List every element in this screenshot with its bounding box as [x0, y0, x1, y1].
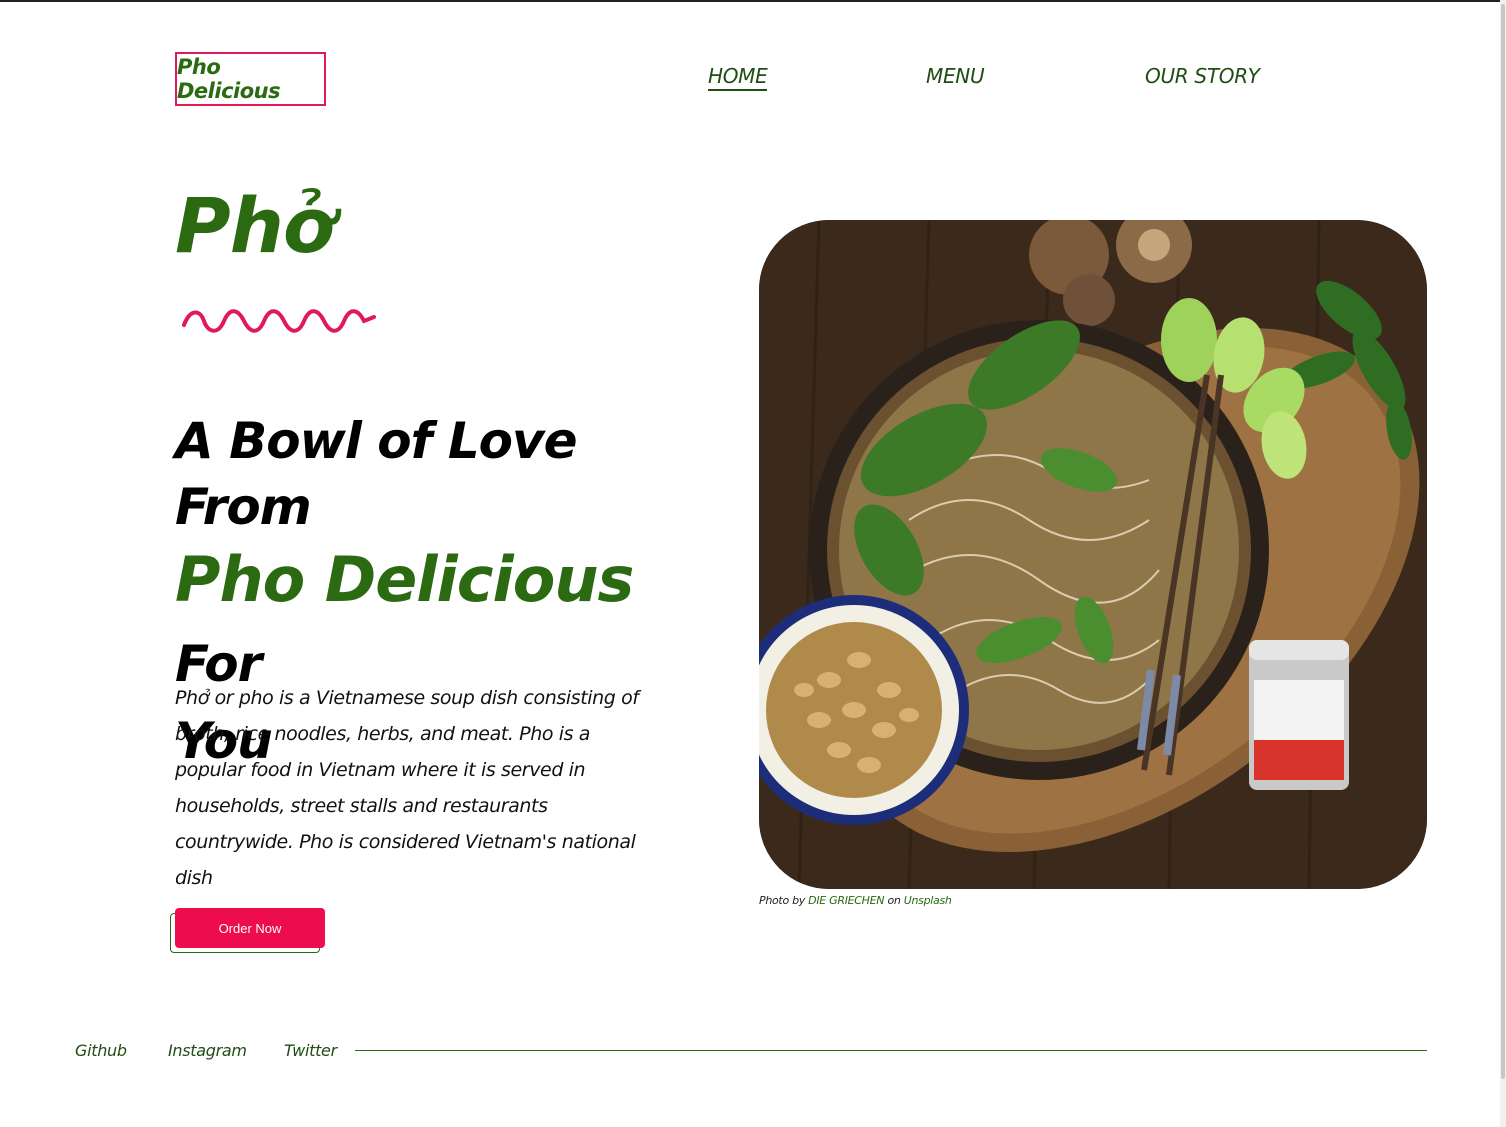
pho-photo — [759, 220, 1427, 889]
squiggle-divider-icon — [182, 309, 376, 333]
credit-source-link[interactable]: Unsplash — [904, 894, 952, 907]
credit-prefix: Photo by — [759, 894, 805, 907]
hero-title: Phở — [175, 181, 335, 270]
logo[interactable]: Pho Delicious — [175, 52, 326, 106]
nav-menu[interactable]: MENU — [926, 64, 985, 88]
photo-credit: Photo by DIE GRIECHEN on Unsplash — [759, 894, 952, 907]
hero-description: Phở or pho is a Vietnamese soup dish con… — [175, 687, 639, 889]
top-border — [0, 0, 1506, 2]
pho-bowl-illustration — [759, 220, 1427, 889]
nav-home[interactable]: HOME — [708, 64, 768, 91]
headline-line-1: A Bowl of Love From — [175, 412, 578, 536]
footer-link-github[interactable]: Github — [75, 1041, 127, 1060]
scrollbar-thumb[interactable] — [1501, 4, 1505, 1079]
scrollbar[interactable] — [1500, 0, 1506, 1127]
order-now-button[interactable]: Order Now — [175, 908, 325, 948]
footer-divider — [355, 1050, 1427, 1051]
credit-on: on — [887, 894, 901, 907]
nav-our-story[interactable]: OUR STORY — [1145, 64, 1260, 88]
credit-author-link[interactable]: DIE GRIECHEN — [808, 894, 884, 907]
headline-brand: Pho Delicious — [175, 543, 634, 616]
footer-link-twitter[interactable]: Twitter — [284, 1041, 337, 1060]
footer-link-instagram[interactable]: Instagram — [168, 1041, 247, 1060]
